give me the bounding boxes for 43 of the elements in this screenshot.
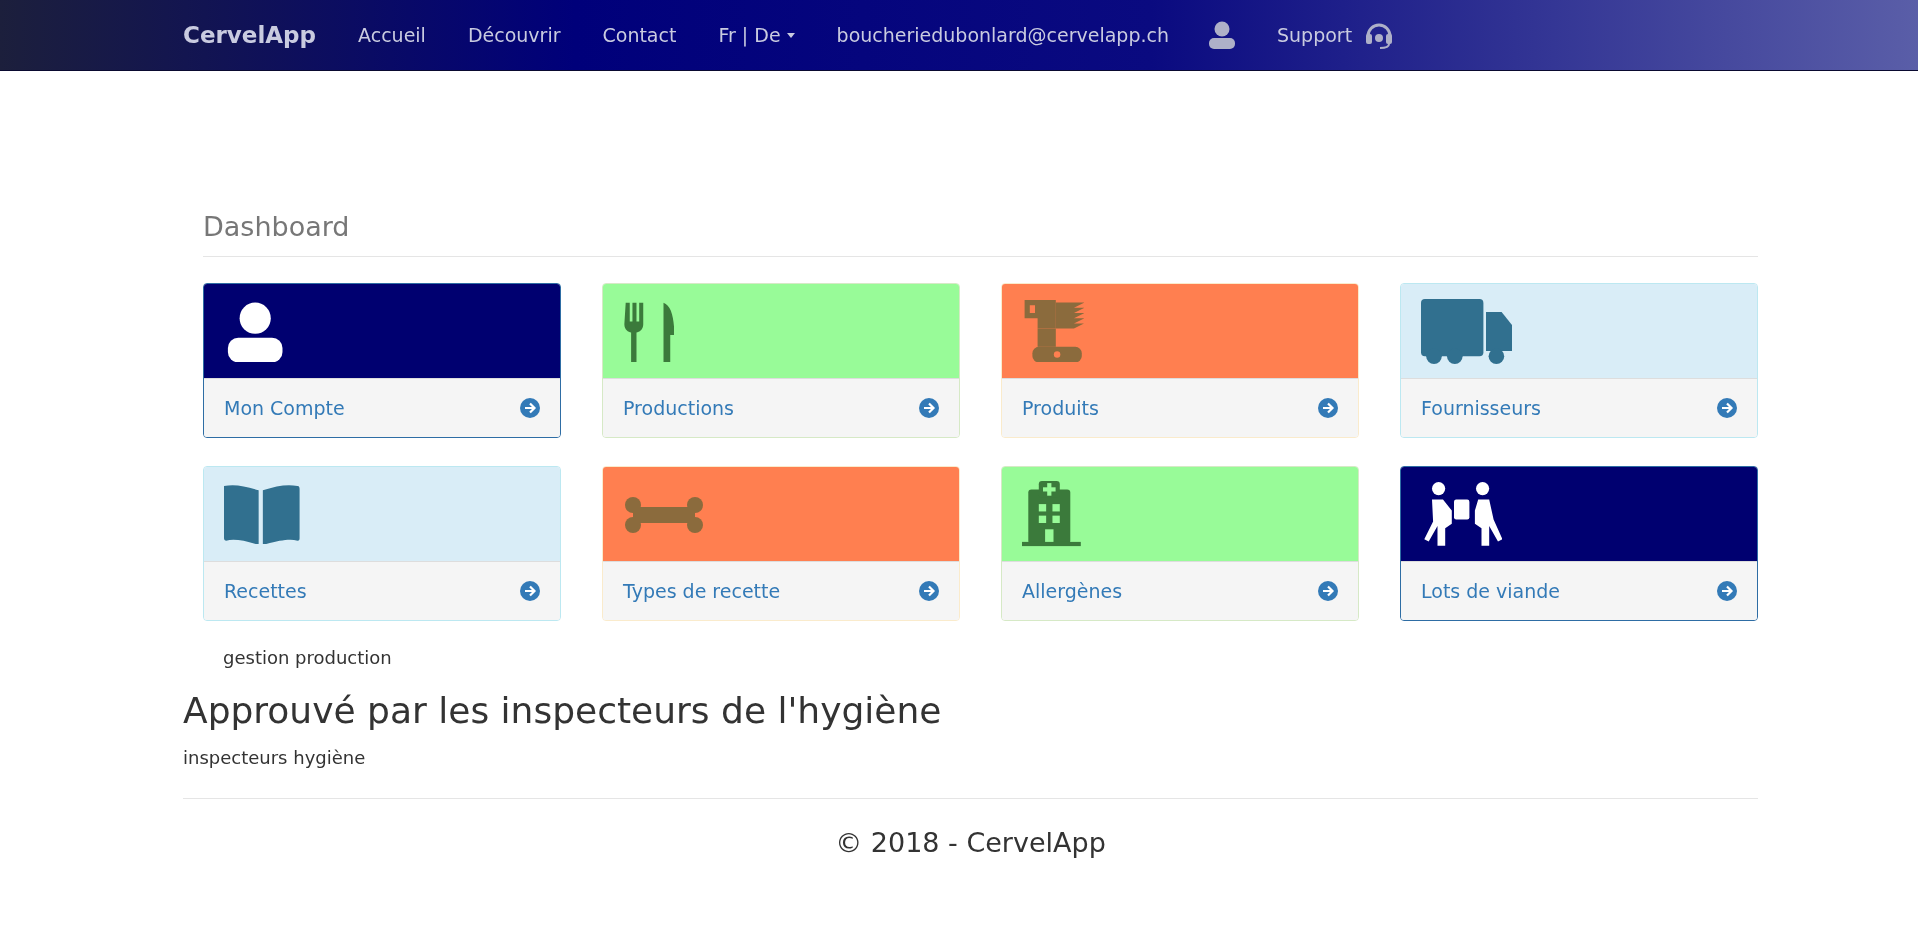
dashboard-card[interactable]: Recettes [203, 466, 561, 621]
image-caption: gestion production [223, 647, 393, 668]
language-dropdown[interactable]: Fr | De [718, 24, 795, 46]
hospital-icon [1022, 481, 1081, 547]
approval-heading: Approuvé par les inspecteurs de l'hygiène [183, 690, 943, 731]
dashboard-card[interactable]: Mon Compte [203, 283, 561, 438]
arrow-circle-icon [520, 581, 540, 601]
bone-icon [623, 495, 705, 533]
card-label: Recettes [224, 580, 307, 602]
card-label: Fournisseurs [1421, 397, 1541, 419]
dashboard-card[interactable]: Lots de viande [1400, 466, 1758, 621]
dashboard-card[interactable]: Allergènes [1001, 466, 1359, 621]
card-label: Allergènes [1022, 580, 1123, 602]
card-label: Produits [1022, 397, 1099, 419]
dashboard-card[interactable]: Fournisseurs [1400, 283, 1758, 438]
arrow-circle-icon [1717, 398, 1737, 418]
arrow-circle-icon [919, 581, 939, 601]
nav-link[interactable]: Découvrir [467, 24, 561, 46]
nav-link[interactable]: Contact [602, 24, 677, 46]
dashboard-card[interactable]: Produits [1001, 283, 1359, 438]
arrow-circle-icon [919, 398, 939, 418]
person-icon[interactable] [1209, 21, 1235, 49]
brand-link[interactable]: CervelApp [183, 22, 317, 48]
arrow-circle-icon [1318, 581, 1338, 601]
card-label: Lots de viande [1421, 580, 1560, 602]
support-link[interactable]: Support [1277, 24, 1353, 46]
truck-icon [1421, 298, 1512, 364]
nav-link[interactable]: Accueil [358, 24, 426, 46]
arrow-circle-icon [520, 398, 540, 418]
email-link[interactable]: boucheriedubonlard@cervelapp.ch [836, 24, 1169, 46]
arrow-circle-icon [1318, 398, 1338, 418]
dashboard-title: Dashboard [203, 211, 1758, 257]
book-icon [224, 483, 300, 545]
copyright-text: © 2018 - CervelApp [834, 827, 1107, 858]
image-caption: inspecteurs hygiène [183, 747, 367, 768]
card-label: Productions [623, 397, 734, 419]
dashboard-card[interactable]: Types de recette [602, 466, 960, 621]
card-label: Types de recette [623, 580, 781, 602]
card-label: Mon Compte [224, 397, 345, 419]
caret-icon [786, 32, 795, 38]
grinder-icon [1022, 299, 1085, 363]
arrow-circle-icon [1717, 581, 1737, 601]
dashboard-card[interactable]: Productions [602, 283, 960, 438]
